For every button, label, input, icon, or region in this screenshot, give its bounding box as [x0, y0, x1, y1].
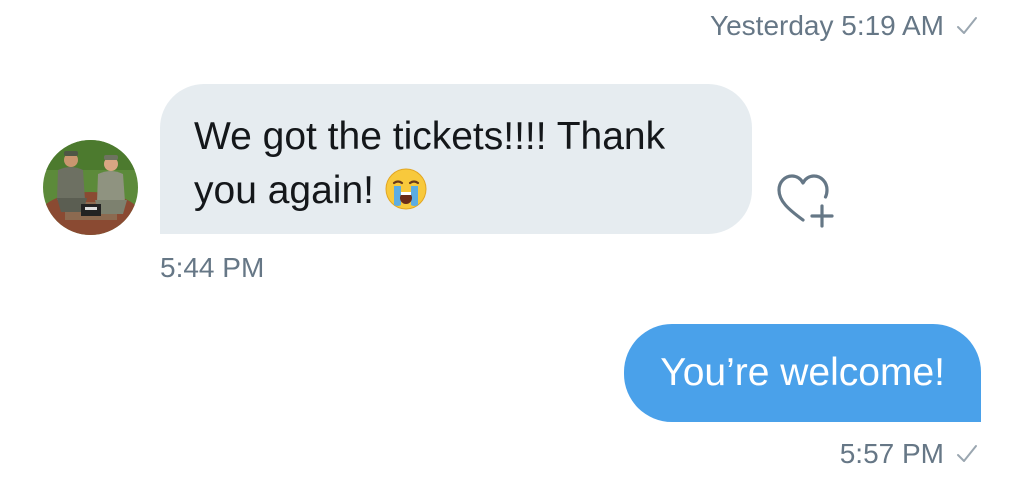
received-message-line-2: you again!	[194, 164, 718, 218]
received-message-bubble[interactable]: We got the tickets!!!! Thank you again!	[160, 84, 752, 234]
received-message-timestamp-text: 5:44 PM	[160, 252, 265, 283]
sent-message-timestamp: 5:57 PM	[840, 438, 978, 470]
heart-plus-icon[interactable]	[776, 172, 838, 230]
received-message-line-2-text: you again!	[194, 169, 374, 212]
loudly-crying-face-icon	[384, 167, 428, 211]
checkmark-icon	[956, 443, 978, 465]
sent-message-timestamp-text: 5:57 PM	[839, 438, 944, 469]
checkmark-icon	[956, 15, 978, 37]
received-message-line-1: We got the tickets!!!! Thank	[194, 115, 666, 158]
dm-conversation: Yesterday 5:19 AM We got the tickets!!!!…	[0, 0, 1024, 484]
timestamp-header: Yesterday 5:19 AM	[710, 10, 978, 42]
timestamp-header-text: Yesterday 5:19 AM	[709, 10, 944, 41]
avatar[interactable]	[43, 140, 138, 235]
sent-message-text: You’re welcome!	[660, 351, 945, 394]
received-message-timestamp: 5:44 PM	[160, 252, 264, 284]
sent-message-bubble[interactable]: You’re welcome!	[624, 324, 981, 422]
